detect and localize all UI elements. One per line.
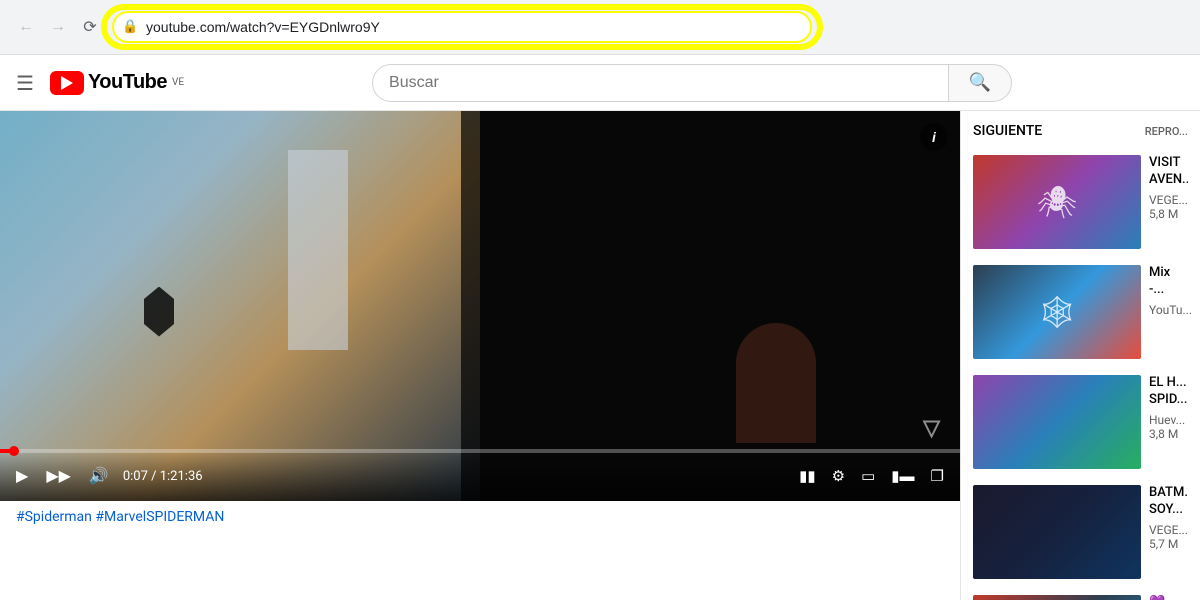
- next-button[interactable]: ▶▶: [42, 462, 75, 490]
- video-controls: ▶ ▶▶ 🔊 0:07 / 1:21:36 ▮▮ ⚙ ▭ ▮▬ ❐: [0, 451, 960, 501]
- sidebar-video-info: 💜 SP... COM...VEGE...: [1149, 595, 1188, 600]
- video-dark-overlay: [461, 111, 960, 501]
- mute-button[interactable]: 🔊: [85, 462, 113, 490]
- sidebar-video-item[interactable]: 🕷23 💜 SP... COM...VEGE...: [961, 587, 1200, 600]
- video-background: [0, 111, 960, 501]
- sidebar-video-title: 💜 SP... COM...: [1149, 595, 1188, 600]
- youtube-main: i ▽ ▶ ▶▶ 🔊 0:07 / 1:21:36 ▮▮ ⚙: [0, 111, 1200, 600]
- sidebar-video-info: EL H... SPID... Huev...3,8 M: [1149, 375, 1188, 469]
- sidebar-header: Siguiente REPRO...: [961, 111, 1200, 147]
- search-input[interactable]: [372, 64, 948, 102]
- nav-buttons: ← → ⟳: [12, 13, 104, 41]
- info-icon: i: [932, 129, 936, 145]
- video-left-frame: [0, 111, 480, 501]
- theater-button[interactable]: ▮▬: [887, 463, 918, 489]
- sidebar-video-item[interactable]: 🕸Mix -... YouTu...: [961, 257, 1200, 367]
- fullscreen-button[interactable]: ❐: [927, 463, 948, 489]
- browser-chrome: ← → ⟳ 🔒: [0, 0, 1200, 55]
- sidebar-thumbnail: [973, 375, 1141, 469]
- sidebar-video-title: Mix -...: [1149, 265, 1188, 299]
- sidebar-channel-name: Huev...: [1149, 413, 1188, 427]
- sidebar-thumbnail: [973, 485, 1141, 579]
- sidebar-thumbnail: 🕷23: [973, 595, 1141, 600]
- search-button[interactable]: 🔍: [948, 64, 1012, 102]
- sidebar-channel-name: VEGE...: [1149, 523, 1188, 537]
- subtitles-button[interactable]: ▮▮: [795, 463, 820, 489]
- controls-right: ▮▮ ⚙ ▭ ▮▬ ❐: [795, 463, 948, 489]
- video-section: i ▽ ▶ ▶▶ 🔊 0:07 / 1:21:36 ▮▮ ⚙: [0, 111, 960, 600]
- sidebar-video-title: BATM... SOY...: [1149, 485, 1188, 519]
- youtube-app: ☰ YouTube VE 🔍: [0, 55, 1200, 600]
- video-watermark: ▽: [923, 416, 940, 441]
- search-bar-wrap: 🔍: [200, 64, 1184, 102]
- youtube-logo[interactable]: YouTube VE: [50, 71, 184, 95]
- reload-button[interactable]: ⟳: [76, 13, 104, 41]
- youtube-logo-icon: [50, 71, 84, 95]
- sidebar-channel-name: YouTu...: [1149, 303, 1188, 317]
- youtube-logo-country: VE: [172, 77, 184, 88]
- person-silhouette: [736, 323, 816, 443]
- sidebar-title: Siguiente: [973, 123, 1042, 139]
- address-bar-wrap: 🔒: [112, 11, 812, 43]
- sidebar-video-info: Mix -... YouTu...: [1149, 265, 1188, 359]
- video-player[interactable]: i ▽ ▶ ▶▶ 🔊 0:07 / 1:21:36 ▮▮ ⚙: [0, 111, 960, 501]
- sidebar-video-title: EL H... SPID...: [1149, 375, 1188, 409]
- sidebar-repro-label: REPRO...: [1145, 125, 1188, 138]
- sidebar-video-info: BATM... SOY... VEGE...5,7 M: [1149, 485, 1188, 579]
- sidebar-video-title: VISIT AVEN...: [1149, 155, 1188, 189]
- sidebar-items-container: 🕷VISIT AVEN...VEGE...5,8 M🕸Mix -...YouTu…: [961, 147, 1200, 600]
- sidebar-video-info: VISIT AVEN... VEGE...5,8 M: [1149, 155, 1188, 249]
- miniplayer-button[interactable]: ▭: [857, 463, 879, 489]
- sidebar-video-item[interactable]: EL H... SPID... Huev...3,8 M: [961, 367, 1200, 477]
- sidebar-channel-name: VEGE...: [1149, 193, 1188, 207]
- lock-icon: 🔒: [122, 20, 138, 35]
- sidebar-view-count: 5,7 M: [1149, 537, 1188, 551]
- back-button[interactable]: ←: [12, 13, 40, 41]
- menu-icon[interactable]: ☰: [16, 71, 34, 95]
- sidebar-video-item[interactable]: 🕷VISIT AVEN... VEGE...5,8 M: [961, 147, 1200, 257]
- youtube-logo-text: YouTube: [88, 71, 167, 94]
- building-silhouette: [288, 150, 348, 350]
- sidebar-view-count: 5,8 M: [1149, 207, 1188, 221]
- sidebar-view-count: 3,8 M: [1149, 427, 1188, 441]
- address-bar[interactable]: [112, 11, 812, 43]
- youtube-topbar: ☰ YouTube VE 🔍: [0, 55, 1200, 111]
- search-bar: 🔍: [372, 64, 1012, 102]
- time-display: 0:07 / 1:21:36: [123, 469, 203, 484]
- sidebar-thumbnail: 🕸: [973, 265, 1141, 359]
- video-tags[interactable]: #Spiderman #MarvelSPIDERMAN: [0, 501, 960, 533]
- search-icon: 🔍: [969, 72, 991, 93]
- forward-button[interactable]: →: [44, 13, 72, 41]
- sidebar: Siguiente REPRO... 🕷VISIT AVEN... VEGE...…: [960, 111, 1200, 600]
- video-info-button[interactable]: i: [920, 123, 948, 151]
- play-button[interactable]: ▶: [12, 462, 32, 490]
- sidebar-video-item[interactable]: BATM... SOY... VEGE...5,7 M: [961, 477, 1200, 587]
- settings-button[interactable]: ⚙: [828, 463, 849, 489]
- sidebar-thumbnail: 🕷: [973, 155, 1141, 249]
